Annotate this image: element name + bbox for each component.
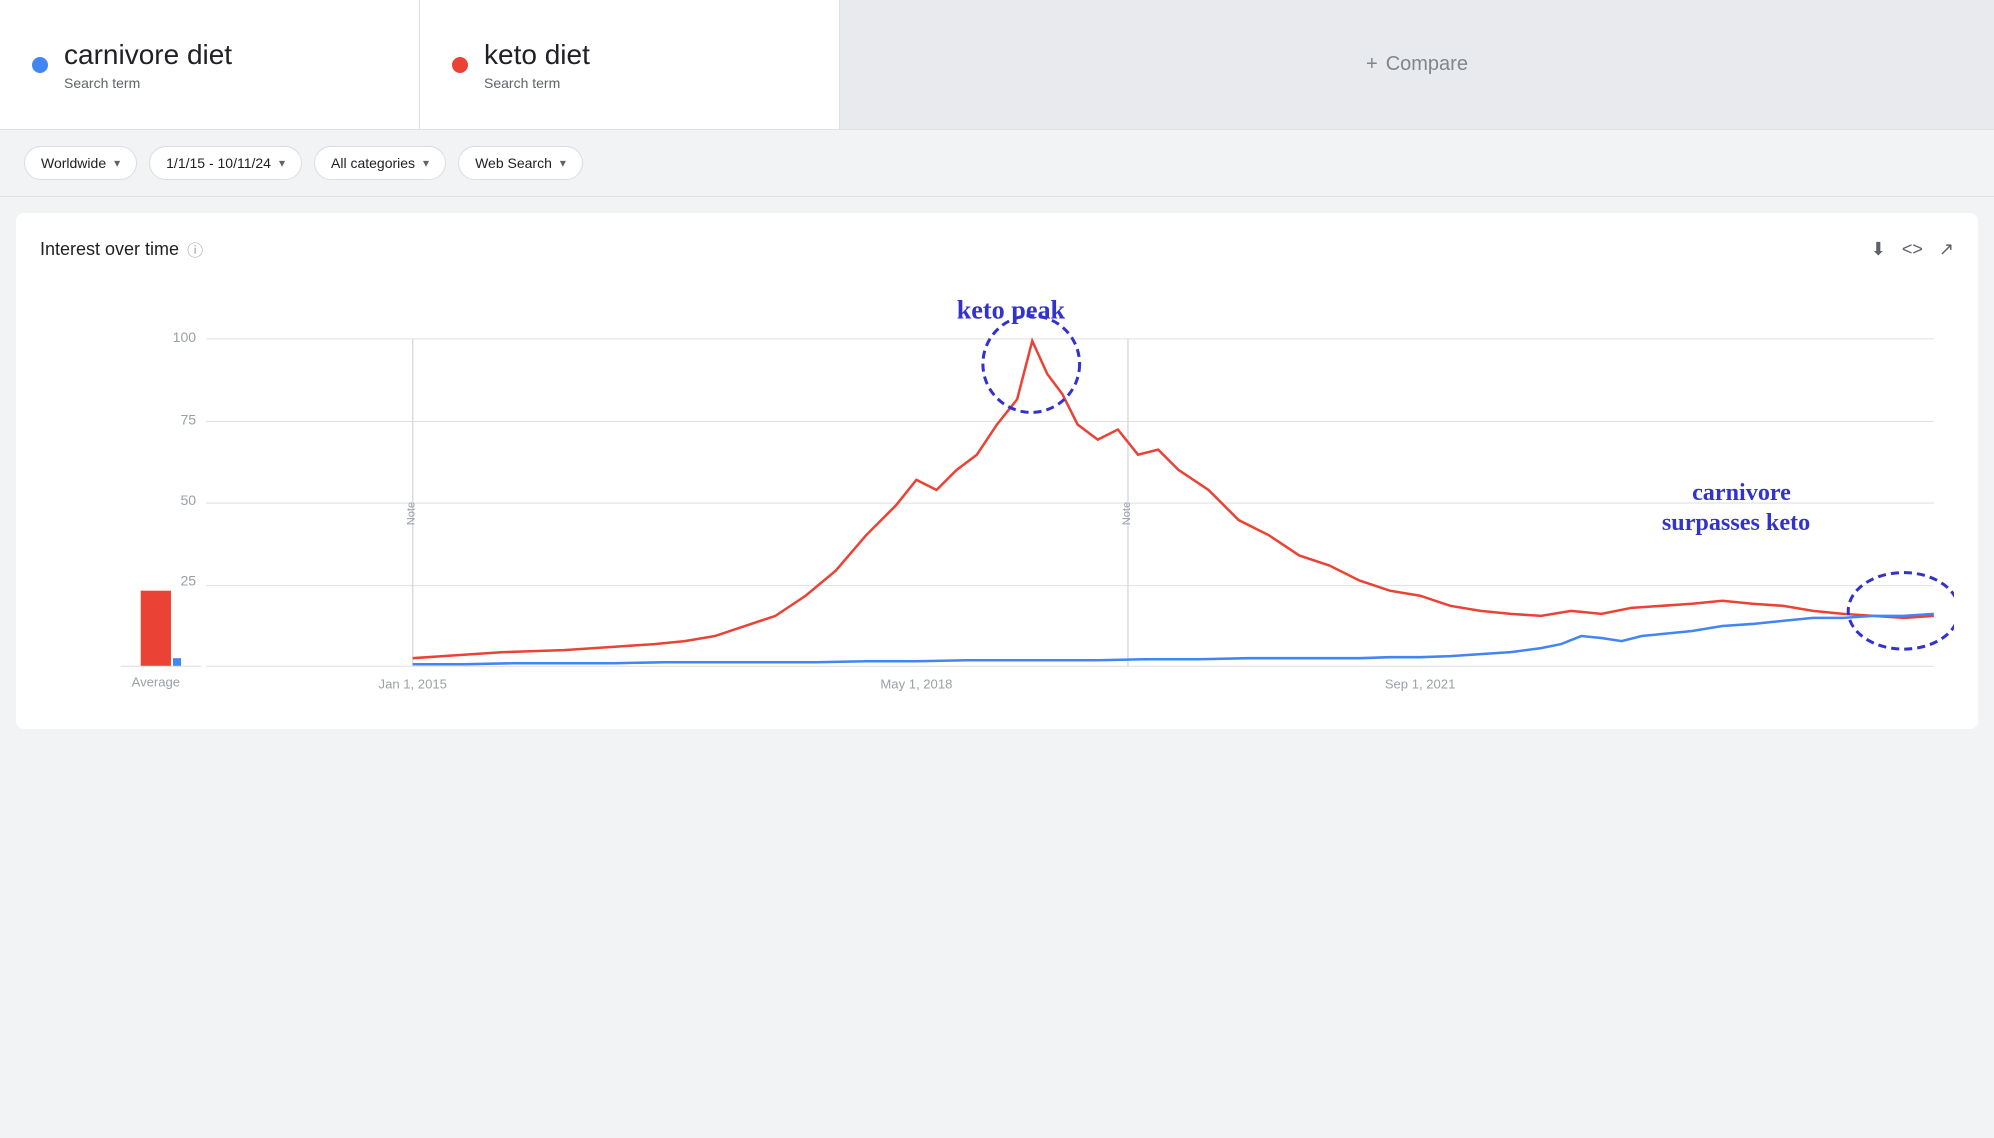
- carnivore-line: [413, 614, 1934, 664]
- chart-container: 100 75 50 25 Note Note Jan 1, 2015 May 1…: [40, 285, 1954, 705]
- svg-text:May 1, 2018: May 1, 2018: [880, 676, 952, 691]
- filter-region[interactable]: Worldwide ▾: [24, 146, 137, 180]
- filter-region-label: Worldwide: [41, 155, 106, 171]
- compare-label: Compare: [1386, 53, 1468, 76]
- svg-text:Note: Note: [406, 502, 418, 525]
- compare-card[interactable]: + Compare: [840, 0, 1994, 129]
- svg-text:25: 25: [180, 573, 196, 589]
- svg-text:100: 100: [173, 329, 197, 345]
- filter-search-type[interactable]: Web Search ▾: [458, 146, 583, 180]
- filter-search-type-label: Web Search: [475, 155, 552, 171]
- svg-text:Jan 1, 2015: Jan 1, 2015: [379, 676, 447, 691]
- carnivore-surpasses-annotation-line1: carnivore: [1692, 479, 1791, 506]
- filter-category-label: All categories: [331, 155, 415, 171]
- keto-term-text: keto diet Search term: [484, 39, 590, 91]
- info-icon[interactable]: ⓘ: [187, 237, 203, 261]
- filter-date-label: 1/1/15 - 10/11/24: [166, 155, 271, 171]
- keto-peak-annotation: keto peak: [957, 296, 1066, 325]
- compare-plus-icon: +: [1366, 53, 1378, 76]
- chevron-down-icon: ▾: [114, 156, 120, 170]
- keto-term-name: keto diet: [484, 39, 590, 71]
- carnivore-term-name: carnivore diet: [64, 39, 232, 71]
- chart-svg: 100 75 50 25 Note Note Jan 1, 2015 May 1…: [40, 285, 1954, 705]
- carnivore-term-text: carnivore diet Search term: [64, 39, 232, 91]
- carnivore-surpasses-annotation-line2: surpasses keto: [1662, 509, 1810, 536]
- header-actions: ⬇ <> ↗: [1871, 239, 1954, 260]
- filter-bar: Worldwide ▾ 1/1/15 - 10/11/24 ▾ All cate…: [0, 130, 1994, 197]
- svg-text:50: 50: [180, 492, 196, 508]
- carnivore-surpasses-circle: [1848, 573, 1954, 650]
- embed-icon[interactable]: <>: [1902, 239, 1923, 260]
- main-content: Interest over time ⓘ ⬇ <> ↗ 100 75 50 25…: [16, 213, 1978, 729]
- share-icon[interactable]: ↗: [1939, 239, 1954, 260]
- term-card-keto: keto diet Search term: [420, 0, 840, 129]
- svg-text:Sep 1, 2021: Sep 1, 2021: [1385, 676, 1456, 691]
- chevron-down-icon: ▾: [423, 156, 429, 170]
- section-title-text: Interest over time: [40, 239, 179, 260]
- filter-category[interactable]: All categories ▾: [314, 146, 446, 180]
- chevron-down-icon: ▾: [279, 156, 285, 170]
- download-icon[interactable]: ⬇: [1871, 239, 1886, 260]
- top-bar: carnivore diet Search term keto diet Sea…: [0, 0, 1994, 130]
- filter-date[interactable]: 1/1/15 - 10/11/24 ▾: [149, 146, 302, 180]
- section-header: Interest over time ⓘ ⬇ <> ↗: [40, 237, 1954, 261]
- svg-text:75: 75: [180, 411, 196, 427]
- svg-text:Note: Note: [1121, 502, 1133, 525]
- carnivore-term-type: Search term: [64, 75, 232, 91]
- section-title-group: Interest over time ⓘ: [40, 237, 203, 261]
- avg-bar-blue: [173, 658, 181, 666]
- term-card-carnivore: carnivore diet Search term: [0, 0, 420, 129]
- chevron-down-icon: ▾: [560, 156, 566, 170]
- avg-bar-red: [141, 591, 171, 667]
- keto-dot: [452, 57, 468, 73]
- keto-term-type: Search term: [484, 75, 590, 91]
- carnivore-dot: [32, 57, 48, 73]
- svg-text:Average: Average: [132, 674, 180, 689]
